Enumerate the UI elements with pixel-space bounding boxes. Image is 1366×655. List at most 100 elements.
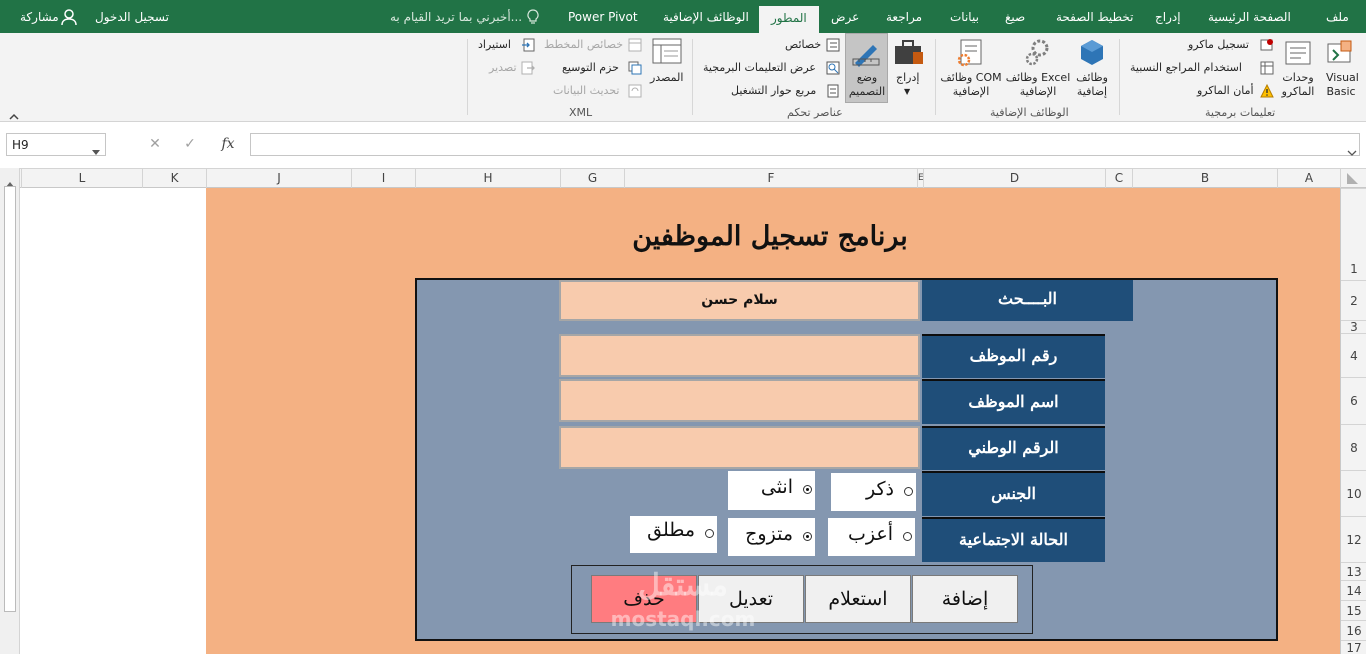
refresh-data-button[interactable]: تحديث البيانات xyxy=(553,84,619,98)
row-header[interactable]: 14 xyxy=(1341,580,1366,600)
row-header[interactable]: 3 xyxy=(1341,320,1366,334)
addins-group-label: الوظائف الإضافية xyxy=(990,106,1069,119)
properties-button[interactable]: خصائص xyxy=(785,38,821,52)
cancel-icon[interactable]: ✕ xyxy=(145,133,165,156)
insert-control-button[interactable]: إدراج xyxy=(896,71,919,85)
record-macro-button[interactable]: تسجيل ماكرو xyxy=(1188,38,1249,52)
tab-power-pivot[interactable]: Power Pivot xyxy=(568,0,638,33)
tab-formulas[interactable]: صيغ xyxy=(1005,0,1025,33)
row-header[interactable]: 4 xyxy=(1341,333,1366,377)
map-properties-icon xyxy=(628,37,642,56)
tab-data[interactable]: بيانات xyxy=(950,0,979,33)
column-header[interactable]: B xyxy=(1132,169,1277,188)
import-button[interactable]: استيراد xyxy=(478,38,511,52)
dropdown-icon[interactable] xyxy=(92,141,100,160)
function-icon[interactable]: fx xyxy=(218,133,238,156)
design-mode-label: وضع التصميم xyxy=(848,71,886,98)
controls-group-label: عناصر تحكم xyxy=(787,106,843,119)
column-header[interactable]: D xyxy=(923,169,1105,188)
add-button[interactable]: إضافة xyxy=(912,575,1018,623)
row-header[interactable]: 2 xyxy=(1341,280,1366,320)
row-header[interactable]: 17 xyxy=(1341,640,1366,655)
column-header[interactable]: I xyxy=(351,169,415,188)
radio-button[interactable] xyxy=(803,485,812,494)
share-button[interactable]: مشاركة xyxy=(20,0,59,33)
column-header[interactable]: K xyxy=(142,169,206,188)
com-addins-icon xyxy=(955,38,985,72)
column-header[interactable]: C xyxy=(1105,169,1132,188)
tab-page-layout[interactable]: تخطيط الصفحة xyxy=(1056,0,1133,33)
com-addins-button[interactable]: وظائف COM الإضافية xyxy=(938,71,1004,99)
column-header[interactable]: L xyxy=(21,169,142,188)
visual-basic-button[interactable]: Visual Basic xyxy=(1326,71,1359,99)
refresh-data-icon xyxy=(628,83,642,102)
row-header[interactable]: 15 xyxy=(1341,600,1366,620)
vertical-scrollbar[interactable] xyxy=(0,168,20,654)
sheet-cells-empty[interactable] xyxy=(21,188,206,654)
warning-icon xyxy=(1260,83,1274,102)
insert-control-dropdown[interactable]: ▼ xyxy=(904,85,910,99)
formula-input[interactable] xyxy=(250,133,1360,156)
employee-name-input[interactable] xyxy=(559,379,920,422)
tab-view[interactable]: عرض xyxy=(831,0,859,33)
relative-refs-icon xyxy=(1260,60,1274,79)
national-id-input[interactable] xyxy=(559,426,920,469)
column-header[interactable]: G xyxy=(560,169,624,188)
row-header[interactable]: 16 xyxy=(1341,620,1366,640)
radio-button[interactable] xyxy=(904,487,913,496)
excel-addins-icon xyxy=(1022,38,1052,72)
row-header[interactable]: 8 xyxy=(1341,424,1366,470)
excel-addins-button[interactable]: وظائف Excel الإضافية xyxy=(1005,71,1071,99)
lightbulb-icon xyxy=(527,9,539,29)
tab-review[interactable]: مراجعة xyxy=(886,0,922,33)
gender-female-option[interactable]: انثى xyxy=(728,471,815,510)
employee-id-input[interactable] xyxy=(559,334,920,377)
sign-in-link[interactable]: تسجيل الدخول xyxy=(95,0,169,33)
tab-file[interactable]: ملف xyxy=(1326,0,1349,33)
row-header[interactable]: 1 xyxy=(1341,188,1366,280)
source-button[interactable]: المصدر xyxy=(650,71,683,85)
export-button[interactable]: تصدير xyxy=(489,61,517,75)
select-all-corner[interactable] xyxy=(1340,169,1366,188)
marital-divorced-option[interactable]: مطلق xyxy=(630,516,717,553)
column-header[interactable]: H xyxy=(415,169,560,188)
addins-button[interactable]: وظائف إضافية xyxy=(1073,71,1111,99)
radio-button[interactable] xyxy=(705,529,714,538)
column-header[interactable]: J xyxy=(206,169,351,188)
column-header[interactable]: F xyxy=(624,169,917,188)
expansion-packs-icon xyxy=(628,60,642,79)
tab-home[interactable]: الصفحة الرئيسية xyxy=(1208,0,1291,33)
tab-addins[interactable]: الوظائف الإضافية xyxy=(663,0,749,33)
map-properties-button[interactable]: خصائص المخطط xyxy=(544,38,623,52)
macro-security-button[interactable]: أمان الماكرو xyxy=(1197,84,1254,98)
radio-button[interactable] xyxy=(903,532,912,541)
marital-married-option[interactable]: متزوج xyxy=(728,518,815,556)
code-group-label: تعليمات برمجية xyxy=(1205,106,1276,119)
tell-me-search[interactable]: أخبرني بما تريد القيام به... xyxy=(390,0,522,33)
edit-button[interactable]: تعديل xyxy=(698,575,804,623)
delete-button[interactable]: حذف xyxy=(591,575,697,623)
row-header[interactable]: 13 xyxy=(1341,562,1366,580)
enter-icon[interactable]: ✓ xyxy=(180,133,200,156)
run-dialog-button[interactable]: مربع حوار التشغيل xyxy=(731,84,816,98)
macros-button[interactable]: وحدات الماكرو xyxy=(1278,71,1318,99)
radio-button[interactable] xyxy=(803,532,812,541)
row-header[interactable]: 12 xyxy=(1341,516,1366,562)
query-button[interactable]: استعلام xyxy=(805,575,911,623)
marital-single-option[interactable]: أعزب xyxy=(828,518,915,556)
user-icon xyxy=(60,8,78,30)
row-header[interactable]: 6 xyxy=(1341,377,1366,424)
group-divider xyxy=(935,39,936,115)
scroll-thumb[interactable] xyxy=(4,186,16,612)
tab-insert[interactable]: إدراج xyxy=(1155,0,1181,33)
gender-male-option[interactable]: ذكر xyxy=(831,473,916,511)
view-code-button[interactable]: عرض التعليمات البرمجية xyxy=(703,61,816,75)
tab-developer[interactable]: المطور xyxy=(759,6,819,33)
column-header[interactable]: A xyxy=(1277,169,1340,188)
dropdown-icon[interactable] xyxy=(1347,141,1357,160)
row-header[interactable]: 10 xyxy=(1341,470,1366,516)
search-input[interactable]: سلام حسن xyxy=(559,280,920,321)
relative-refs-button[interactable]: استخدام المراجع النسبية xyxy=(1130,61,1242,75)
name-box[interactable]: H9 xyxy=(6,133,106,156)
expansion-packs-button[interactable]: حزم التوسيع xyxy=(562,61,619,75)
